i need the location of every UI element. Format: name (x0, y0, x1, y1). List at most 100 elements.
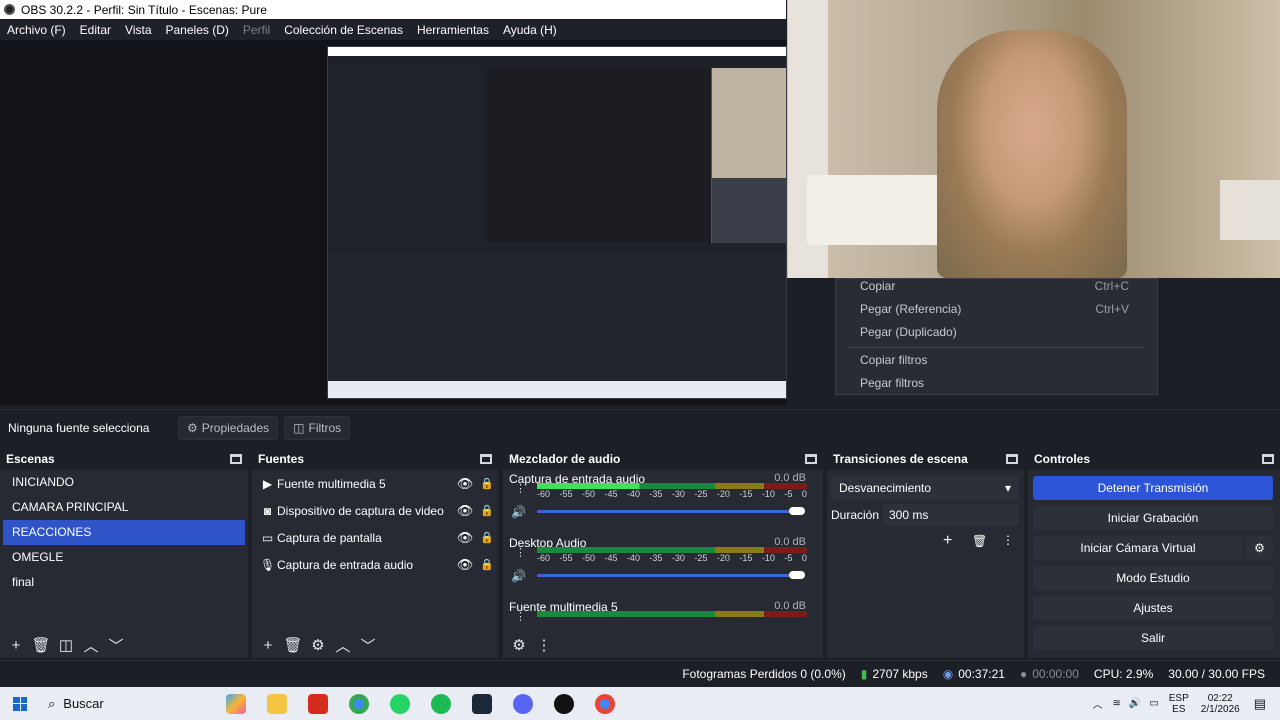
channel-menu-icon[interactable]: ⋮ (515, 546, 526, 559)
record-time-value: 00:00:00 (1032, 667, 1079, 681)
remove-source-icon[interactable]: 🗑 (281, 634, 305, 656)
transition-menu-icon[interactable]: ⋮ (1002, 533, 1014, 547)
channel-menu-icon[interactable]: ⋮ (515, 482, 526, 495)
volume-slider-handle[interactable] (789, 507, 805, 515)
scene-item-omegle[interactable]: OMEGLE (3, 545, 245, 570)
menu-edit[interactable]: Editar (73, 23, 118, 37)
battery-icon[interactable]: ▭ (1149, 698, 1158, 709)
start-recording-button[interactable]: Iniciar Grabación (1033, 506, 1273, 530)
add-transition-button[interactable]: + (943, 532, 952, 550)
taskbar-app-chrome-2-icon[interactable] (584, 687, 625, 720)
stop-streaming-button[interactable]: Detener Transmisión (1033, 476, 1273, 500)
context-item-paste-duplicate[interactable]: Pegar (Duplicado) (860, 325, 957, 339)
remove-transition-icon[interactable]: 🗑 (972, 534, 987, 548)
source-properties-gear-icon[interactable]: ⚙ (306, 634, 330, 656)
language-code: ESP (1168, 692, 1189, 704)
undock-icon[interactable] (1262, 454, 1274, 464)
windows-start-button[interactable] (0, 696, 40, 711)
taskbar-app-obs-icon[interactable] (543, 687, 584, 720)
menu-file[interactable]: Archivo (F) (0, 23, 73, 37)
add-scene-button[interactable]: + (4, 634, 28, 656)
scene-filters-icon[interactable]: ◫ (54, 634, 78, 656)
properties-button[interactable]: ⚙ Propiedades (178, 415, 279, 440)
bitrate-value: 2707 kbps (872, 667, 928, 681)
webcam-feed-image (787, 0, 1280, 278)
lock-icon[interactable]: 🔒 (476, 531, 498, 544)
taskbar-app-copilot-icon[interactable] (215, 687, 256, 720)
menu-help[interactable]: Ayuda (H) (496, 23, 564, 37)
lock-icon[interactable]: 🔒 (476, 558, 498, 571)
context-item-paste-filters[interactable]: Pegar filtros (860, 376, 924, 390)
scene-item-iniciando[interactable]: INICIANDO (3, 470, 245, 495)
move-up-icon[interactable]: ︿ (331, 634, 355, 656)
context-item-copy[interactable]: Copiar (860, 279, 895, 293)
context-item-copy-filters[interactable]: Copiar filtros (860, 353, 927, 367)
mixer-settings-gear-icon[interactable]: ⚙ (507, 634, 531, 656)
source-toolbar: Ninguna fuente selecciona ⚙ Propiedades ◫… (0, 409, 1280, 445)
remove-scene-icon[interactable]: 🗑 (29, 634, 53, 656)
lock-icon[interactable]: 🔒 (476, 477, 498, 490)
source-row[interactable]: ▭ Captura de pantalla 👁 🔒 (252, 524, 498, 551)
move-down-icon[interactable]: ﹀ (104, 634, 128, 656)
undock-icon[interactable] (480, 454, 492, 464)
menu-profile[interactable]: Perfil (236, 23, 277, 37)
taskbar-search[interactable]: ⌕ Buscar (40, 687, 215, 720)
taskbar-app-acrobat-icon[interactable] (297, 687, 338, 720)
language-indicator[interactable]: ESP ES (1169, 693, 1189, 715)
volume-icon[interactable]: 🔊 (1129, 698, 1141, 709)
taskbar-app-discord-icon[interactable] (502, 687, 543, 720)
taskbar-app-chrome-icon[interactable] (338, 687, 379, 720)
lock-icon[interactable]: 🔒 (476, 504, 498, 517)
source-name: Dispositivo de captura de video (277, 503, 444, 518)
taskbar-app-steam-icon[interactable] (461, 687, 502, 720)
visibility-eye-icon[interactable]: 👁 (454, 530, 476, 546)
move-up-icon[interactable]: ︿ (79, 634, 103, 656)
notifications-icon[interactable]: ▤ (1254, 696, 1266, 712)
scene-item-camara-principal[interactable]: CAMARA PRINCIPAL (3, 495, 245, 520)
clock[interactable]: 02:22 2/1/2026 (1201, 693, 1240, 715)
source-row[interactable]: ▶ Fuente multimedia 5 👁 🔒 (252, 470, 498, 497)
virtual-camera-settings-gear-icon[interactable]: ⚙ (1246, 536, 1273, 560)
studio-mode-button[interactable]: Modo Estudio (1033, 566, 1273, 590)
channel-menu-icon[interactable]: ⋮ (515, 610, 526, 623)
wifi-icon[interactable]: ≋ (1112, 698, 1120, 709)
transition-select[interactable]: Desvanecimiento ▾ (831, 476, 1019, 500)
exit-button[interactable]: Salir (1033, 626, 1273, 650)
scene-item-reacciones[interactable]: REACCIONES (3, 520, 245, 545)
source-row[interactable]: ◙ Dispositivo de captura de video 👁 🔒 (252, 497, 498, 524)
start-virtual-camera-button[interactable]: Iniciar Cámara Virtual (1033, 536, 1243, 560)
taskbar-app-file-explorer-icon[interactable] (256, 687, 297, 720)
obs-logo-icon (4, 4, 15, 15)
menu-tools[interactable]: Herramientas (410, 23, 496, 37)
taskbar-app-spotify-icon[interactable] (420, 687, 461, 720)
volume-slider[interactable] (537, 574, 801, 577)
filters-button[interactable]: ◫ Filtros (284, 415, 351, 440)
speaker-icon[interactable]: 🔊 (511, 505, 526, 519)
undock-icon[interactable] (1006, 454, 1018, 464)
duration-input[interactable]: 300 ms (883, 504, 1019, 526)
visibility-eye-icon[interactable]: 👁 (454, 503, 476, 519)
settings-button[interactable]: Ajustes (1033, 596, 1273, 620)
broadcast-icon: ◉ (942, 667, 954, 681)
undock-icon[interactable] (805, 454, 817, 464)
menu-view[interactable]: Vista (118, 23, 158, 37)
move-down-icon[interactable]: ﹀ (356, 634, 380, 656)
context-item-paste-reference[interactable]: Pegar (Referencia) (860, 302, 961, 316)
source-row[interactable]: 🎙 Captura de entrada audio 👁 🔒 (252, 551, 498, 578)
menu-docks[interactable]: Paneles (D) (159, 23, 236, 37)
volume-slider-handle[interactable] (789, 571, 805, 579)
volume-slider[interactable] (537, 510, 801, 513)
scene-item-final[interactable]: final (3, 570, 245, 595)
visibility-eye-icon[interactable]: 👁 (454, 557, 476, 573)
visibility-eye-icon[interactable]: 👁 (454, 476, 476, 492)
mixer-menu-icon[interactable]: ⋮ (532, 634, 556, 656)
add-source-button[interactable]: + (256, 634, 280, 656)
chevron-up-icon[interactable]: ︿ (1092, 696, 1102, 711)
record-icon: ● (1019, 667, 1028, 681)
speaker-icon[interactable]: 🔊 (511, 569, 526, 583)
context-separator (848, 347, 1145, 348)
undock-icon[interactable] (230, 454, 242, 464)
taskbar-app-whatsapp-icon[interactable] (379, 687, 420, 720)
sources-dock: Fuentes ▶ Fuente multimedia 5 👁 🔒 ◙ Disposi… (252, 448, 498, 658)
menu-scene-collection[interactable]: Colección de Escenas (277, 23, 410, 37)
